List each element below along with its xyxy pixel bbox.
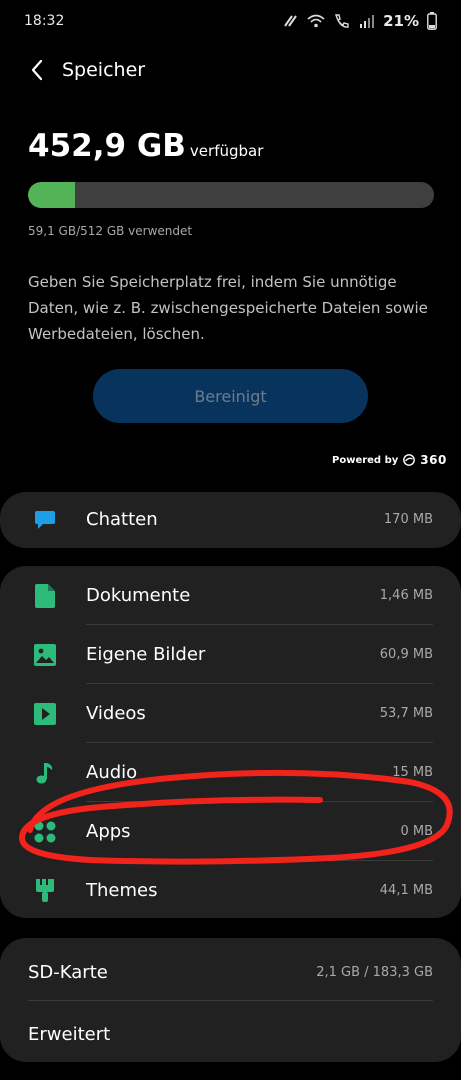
status-time: 18:32 <box>24 13 65 29</box>
description-text: Geben Sie Speicherplatz frei, indem Sie … <box>28 273 428 343</box>
status-icons: 21% <box>283 12 437 30</box>
powered-by-label: Powered by <box>332 454 399 466</box>
chevron-left-icon <box>31 59 43 81</box>
available-label: verfügbar <box>189 142 264 160</box>
app-bar: Speicher <box>0 48 461 92</box>
signal-icon <box>359 13 375 29</box>
category-row-apps[interactable]: Apps 0 MB <box>0 802 461 861</box>
available-row: 452,9 GB verfügbar <box>28 128 434 164</box>
divider <box>28 1000 433 1001</box>
clean-button[interactable]: Bereinigt <box>93 369 368 423</box>
brand-360-icon <box>403 454 416 466</box>
category-label: Videos <box>86 703 146 724</box>
categories-card: Dokumente 1,46 MB Eigene Bilder 60,9 MB … <box>0 566 461 918</box>
advanced-row[interactable]: Erweitert <box>0 1004 461 1064</box>
category-size: 15 MB <box>392 765 433 780</box>
wifi-icon <box>307 13 325 29</box>
wifi-call-icon <box>333 13 351 29</box>
sd-card-size: 2,1 GB / 183,3 GB <box>316 964 433 980</box>
category-row-documents[interactable]: Dokumente 1,46 MB <box>0 566 461 625</box>
chat-icon <box>33 508 57 532</box>
category-size: 53,7 MB <box>379 706 433 721</box>
document-icon <box>33 583 57 608</box>
category-size: 170 MB <box>383 512 433 527</box>
video-icon <box>33 702 57 726</box>
category-size: 0 MB <box>400 824 433 839</box>
storage-locations-card: SD-Karte 2,1 GB / 183,3 GB Erweitert <box>0 938 461 1062</box>
category-row-chat[interactable]: Chatten 170 MB <box>0 490 461 549</box>
battery-percent: 21% <box>383 12 419 30</box>
image-icon <box>33 643 57 667</box>
sd-card-label: SD-Karte <box>28 961 108 983</box>
category-label: Apps <box>86 821 131 842</box>
category-size: 60,9 MB <box>379 647 433 662</box>
usage-bar <box>28 182 434 208</box>
sd-card-row[interactable]: SD-Karte 2,1 GB / 183,3 GB <box>0 942 461 1002</box>
usage-bar-fill <box>28 182 75 208</box>
category-label: Dokumente <box>86 585 191 606</box>
category-row-images[interactable]: Eigene Bilder 60,9 MB <box>0 625 461 684</box>
storage-summary: 452,9 GB verfügbar 59,1 GB/512 GB verwen… <box>28 128 434 343</box>
paint-brush-icon <box>33 878 57 903</box>
available-value: 452,9 GB <box>28 128 186 164</box>
category-row-themes[interactable]: Themes 44,1 MB <box>0 861 461 920</box>
category-label: Eigene Bilder <box>86 644 206 665</box>
storage-screen: 18:32 21% Speicher 452,9 GB verfügbar 59… <box>0 0 461 1080</box>
nfc-icon <box>283 13 299 29</box>
page-title: Speicher <box>62 59 146 81</box>
back-button[interactable] <box>12 48 62 92</box>
used-text: 59,1 GB/512 GB verwendet <box>28 224 193 238</box>
battery-icon <box>427 12 437 30</box>
category-label: Themes <box>86 880 158 901</box>
apps-icon <box>33 820 57 844</box>
powered-by: Powered by 360 <box>332 452 447 468</box>
category-row-videos[interactable]: Videos 53,7 MB <box>0 684 461 743</box>
category-size: 1,46 MB <box>379 588 433 603</box>
category-label: Chatten <box>86 509 158 530</box>
music-note-icon <box>33 761 57 785</box>
advanced-label: Erweitert <box>28 1023 111 1045</box>
category-row-audio[interactable]: Audio 15 MB <box>0 743 461 802</box>
category-label: Audio <box>86 762 138 783</box>
chat-card: Chatten 170 MB <box>0 492 461 548</box>
status-bar: 18:32 21% <box>0 0 461 42</box>
powered-by-brand: 360 <box>420 453 447 467</box>
category-size: 44,1 MB <box>379 883 433 898</box>
